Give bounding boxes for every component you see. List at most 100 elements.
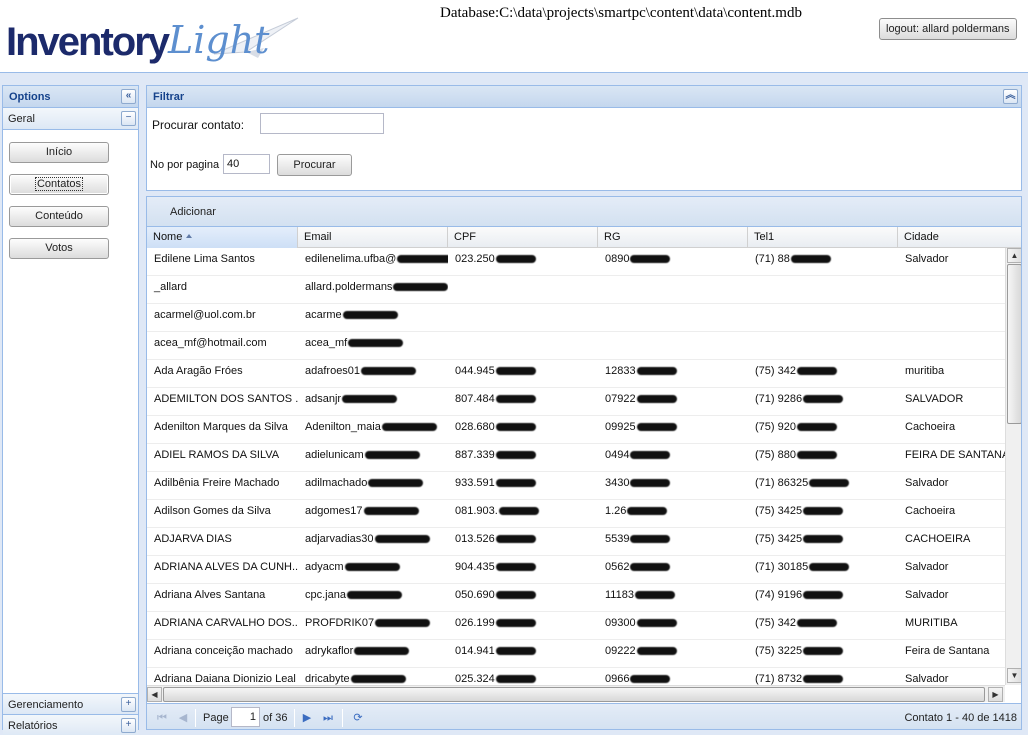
column-header-cpf[interactable]: CPF <box>448 227 598 248</box>
table-row[interactable]: ADRIANA CARVALHO DOS... PROFDRIK07 026.199… <box>147 612 1005 640</box>
logo-light-text: Light <box>168 18 270 62</box>
cell-text: 014.941 <box>455 645 495 657</box>
table-row[interactable]: ADEMILTON DOS SANTOS ... adsanjr 807.484 07… <box>147 388 1005 416</box>
options-sidebar: Options « Geral − Início Contatos Conteú… <box>2 85 139 735</box>
cell-tel: (71) 8732 <box>748 668 898 685</box>
refresh-icon[interactable]: ⟳ <box>351 711 365 725</box>
redaction-mark <box>809 479 850 487</box>
cell-text: dricabyte <box>305 673 350 685</box>
first-page-icon[interactable]: ⏮ <box>155 711 169 725</box>
column-header-cidade[interactable]: Cidade <box>898 227 1021 248</box>
cell-cidade: FEIRA DE SANTANA <box>898 444 1005 471</box>
table-row[interactable]: Adriana conceição machado adrykaflor 014.9… <box>147 640 1005 668</box>
cell-rg: 09222 <box>598 640 748 667</box>
redaction-mark <box>630 255 671 263</box>
scroll-left-icon[interactable]: ◀ <box>147 687 162 702</box>
cell-nome: Edilene Lima Santos <box>147 248 298 275</box>
cell-tel <box>748 304 898 331</box>
cell-text: acarmel@uol.com.br <box>154 309 256 321</box>
expand-section-icon[interactable]: + <box>121 697 136 712</box>
table-row[interactable]: Edilene Lima Santos edilenelima.ufba@ 023.… <box>147 248 1005 276</box>
nav-contatos-button[interactable]: Contatos <box>9 174 109 195</box>
table-row[interactable]: Adriana Alves Santana cpc.jana 050.690 1118… <box>147 584 1005 612</box>
cell-text: 12833 <box>605 365 636 377</box>
table-row[interactable]: acarmel@uol.com.br acarme <box>147 304 1005 332</box>
redaction-mark <box>809 563 850 571</box>
cell-text: SALVADOR <box>905 393 964 405</box>
section-gerenciamento[interactable]: Gerenciamento + <box>3 693 138 715</box>
cell-cpf: 904.435 <box>448 556 598 583</box>
redaction-mark <box>803 535 844 543</box>
cell-cidade: muritiba <box>898 360 1005 387</box>
cell-email: adjarvadias30 <box>298 528 448 555</box>
table-row[interactable]: Ada Aragão Fróes adafroes01 044.945 12833 (7… <box>147 360 1005 388</box>
nav-inicio-button[interactable]: Início <box>9 142 109 163</box>
prev-page-icon[interactable]: ◀ <box>176 711 190 725</box>
column-header-nome[interactable]: Nome <box>147 227 298 248</box>
cell-rg: 0890 <box>598 248 748 275</box>
column-header-rg[interactable]: RG <box>598 227 748 248</box>
nav-votos-button[interactable]: Votos <box>9 238 109 259</box>
add-button[interactable]: Adicionar <box>170 206 216 218</box>
cell-text: 028.680 <box>455 421 495 433</box>
section-relatorios[interactable]: Relatórios + <box>3 715 138 735</box>
last-page-icon[interactable]: ⏭ <box>321 711 335 725</box>
expand-section-icon[interactable]: + <box>121 718 136 733</box>
search-button[interactable]: Procurar <box>277 154 352 176</box>
collapse-up-icon[interactable]: ︽ <box>1003 89 1018 104</box>
column-header-email[interactable]: Email <box>298 227 448 248</box>
redaction-mark <box>796 423 837 431</box>
scroll-down-icon[interactable]: ▼ <box>1007 668 1021 683</box>
column-header-tel1[interactable]: Tel1 <box>748 227 898 248</box>
table-row[interactable]: _allard allard.poldermans <box>147 276 1005 304</box>
table-row[interactable]: acea_mf@hotmail.com acea_mf <box>147 332 1005 360</box>
separator <box>294 709 295 727</box>
column-header-label: Cidade <box>904 231 939 243</box>
cell-text: ADRIANA CARVALHO DOS... <box>154 617 298 629</box>
cell-text: adjarvadias30 <box>305 533 374 545</box>
cell-cidade: Cachoeira <box>898 500 1005 527</box>
cell-text: ADEMILTON DOS SANTOS ... <box>154 393 298 405</box>
redaction-mark <box>796 367 837 375</box>
vertical-scrollbar[interactable]: ▲ ▼ <box>1005 248 1021 685</box>
table-row[interactable]: Adilbênia Freire Machado adilmachado 933.5… <box>147 472 1005 500</box>
cell-rg <box>598 276 748 303</box>
table-row[interactable]: ADJARVA DIAS adjarvadias30 013.526 5539 (75)… <box>147 528 1005 556</box>
search-contact-input[interactable] <box>260 113 384 134</box>
cell-tel: (74) 9196 <box>748 584 898 611</box>
section-geral[interactable]: Geral − <box>3 108 138 130</box>
vertical-scroll-thumb[interactable] <box>1007 264 1021 424</box>
redaction-mark <box>803 395 844 403</box>
next-page-icon[interactable]: ▶ <box>300 711 314 725</box>
redaction-mark <box>495 647 536 655</box>
horizontal-scrollbar[interactable]: ◀ ▶ <box>147 685 1005 702</box>
cell-rg: 0966 <box>598 668 748 685</box>
cell-cidade: Salvador <box>898 248 1005 275</box>
cell-cidade: Salvador <box>898 668 1005 685</box>
table-row[interactable]: ADRIANA ALVES DA CUNH... adyacm 904.435 056… <box>147 556 1005 584</box>
nav-votos-label: Votos <box>45 242 73 254</box>
collapse-section-icon[interactable]: − <box>121 111 136 126</box>
table-row[interactable]: Adenilton Marques da Silva Adenilton_maia… <box>147 416 1005 444</box>
redaction-mark <box>636 619 677 627</box>
cell-cpf: 014.941 <box>448 640 598 667</box>
cell-text: 0890 <box>605 253 630 265</box>
cell-text: adilmachado <box>305 477 368 489</box>
scroll-right-icon[interactable]: ▶ <box>988 687 1003 702</box>
nav-conteudo-button[interactable]: Conteúdo <box>9 206 109 227</box>
logout-button[interactable]: logout: allard poldermans <box>879 18 1017 40</box>
cell-text: ADRIANA ALVES DA CUNH... <box>154 561 298 573</box>
table-row[interactable]: ADIEL RAMOS DA SILVA adielunicam 887.339 04… <box>147 444 1005 472</box>
table-row[interactable]: Adriana Daiana Dionizio Leal dricabyte 025… <box>147 668 1005 685</box>
scroll-up-icon[interactable]: ▲ <box>1007 248 1021 263</box>
filter-header: Filtrar ︽ <box>147 86 1021 108</box>
collapse-left-icon[interactable]: « <box>121 89 136 104</box>
cell-text: Adriana conceição machado <box>154 645 293 657</box>
cell-text: Salvador <box>905 477 949 489</box>
table-row[interactable]: Adilson Gomes da Silva adgomes17 081.903. 1… <box>147 500 1005 528</box>
cell-cidade: Feira de Santana <box>898 640 1005 667</box>
per-page-input[interactable]: 40 <box>223 154 270 174</box>
page-number-input[interactable]: 1 <box>231 707 260 727</box>
horizontal-scroll-thumb[interactable] <box>163 687 985 702</box>
cell-text: 5539 <box>605 533 630 545</box>
